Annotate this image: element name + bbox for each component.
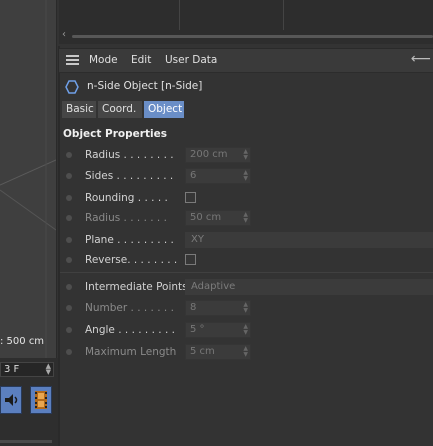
- animation-dot-icon[interactable]: [66, 195, 72, 201]
- spin-arrows-icon[interactable]: ▲ ▼: [243, 324, 248, 336]
- max-length-input[interactable]: 5 cm ▲ ▼: [185, 344, 251, 360]
- sides-input[interactable]: 6 ▲ ▼: [185, 168, 251, 184]
- divider: [60, 272, 433, 273]
- animation-dot-icon[interactable]: [66, 327, 72, 333]
- property-label: Radius . . . . . . . .: [85, 149, 174, 161]
- property-row-intermediate-points: Intermediate Points Adaptive: [62, 278, 433, 298]
- property-row-reverse: Reverse. . . . . . . .: [62, 251, 433, 271]
- animation-dot-icon[interactable]: [66, 257, 72, 263]
- object-title: n-Side Object [n-Side]: [87, 80, 203, 92]
- property-row-radius: Radius . . . . . . . . 200 cm ▲ ▼: [62, 146, 433, 166]
- radius-value: 200 cm: [190, 149, 228, 160]
- number-input[interactable]: 8 ▲ ▼: [185, 300, 251, 316]
- tab-basic[interactable]: Basic: [62, 101, 96, 118]
- property-label: Plane . . . . . . . . .: [85, 234, 174, 246]
- spin-arrows-icon[interactable]: ▲ ▼: [46, 363, 51, 376]
- attribute-menubar: Mode Edit User Data ⟵: [59, 48, 433, 73]
- spin-arrows-icon[interactable]: ▲ ▼: [243, 346, 248, 358]
- scrollbar-track[interactable]: [72, 35, 433, 38]
- scroll-left-icon[interactable]: ‹: [62, 29, 66, 40]
- film-tool-button[interactable]: [30, 386, 52, 414]
- radius-input[interactable]: 200 cm ▲ ▼: [185, 147, 251, 163]
- menu-user-data[interactable]: User Data: [165, 54, 217, 66]
- panel-divider: [58, 46, 60, 446]
- film-strip-icon: [35, 391, 47, 409]
- section-title: Object Properties: [63, 128, 167, 140]
- angle-input[interactable]: 5 ° ▲ ▼: [185, 322, 251, 338]
- animation-dot-icon[interactable]: [66, 152, 72, 158]
- property-label: Number . . . . . . .: [85, 302, 174, 314]
- sides-value: 6: [190, 170, 197, 181]
- property-row-round-radius: Radius . . . . . . . 50 cm ▲ ▼: [62, 209, 433, 229]
- menu-edit[interactable]: Edit: [131, 54, 151, 66]
- intermediate-points-dropdown[interactable]: Adaptive: [185, 279, 433, 295]
- animation-dot-icon[interactable]: [66, 284, 72, 290]
- animation-dot-icon[interactable]: [66, 349, 72, 355]
- property-row-number: Number . . . . . . . 8 ▲ ▼: [62, 299, 433, 319]
- spin-arrows-icon[interactable]: ▲ ▼: [243, 212, 248, 224]
- menu-mode[interactable]: Mode: [89, 54, 118, 66]
- property-label: Angle . . . . . . . . .: [85, 324, 175, 336]
- animation-dot-icon[interactable]: [66, 305, 72, 311]
- plane-dropdown[interactable]: XY: [185, 232, 433, 248]
- viewport-scale-label: : 500 cm: [0, 336, 45, 347]
- property-label: Intermediate Points: [85, 281, 188, 293]
- property-label: Reverse. . . . . . . .: [85, 254, 178, 266]
- spin-arrows-icon[interactable]: ▲ ▼: [243, 149, 248, 161]
- property-row-max-length: Maximum Length 5 cm ▲ ▼: [62, 343, 433, 363]
- round-radius-input[interactable]: 50 cm ▲ ▼: [185, 210, 251, 226]
- animation-dot-icon[interactable]: [66, 215, 72, 221]
- viewport-grid: [0, 0, 56, 358]
- speaker-icon: [5, 394, 18, 406]
- hamburger-menu-icon[interactable]: [66, 55, 79, 65]
- spin-arrows-icon[interactable]: ▲ ▼: [243, 302, 248, 314]
- reverse-checkbox[interactable]: [185, 254, 196, 265]
- hexagon-icon: [65, 80, 79, 94]
- object-header: n-Side Object [n-Side]: [64, 79, 424, 95]
- property-row-sides: Sides . . . . . . . . . 6 ▲ ▼: [62, 167, 433, 187]
- frame-value: 3 F: [4, 364, 20, 375]
- property-row-rounding: Rounding . . . . .: [62, 189, 433, 209]
- viewport-panel[interactable]: : 500 cm: [0, 0, 57, 358]
- number-value: 8: [190, 302, 197, 313]
- rounding-checkbox[interactable]: [185, 192, 196, 203]
- property-label: Sides . . . . . . . . .: [85, 170, 174, 182]
- property-label: Radius . . . . . . .: [85, 212, 167, 224]
- property-row-plane: Plane . . . . . . . . . XY: [62, 231, 433, 251]
- angle-value: 5 °: [190, 324, 205, 335]
- max-length-value: 5 cm: [190, 346, 215, 357]
- property-label: Rounding . . . . .: [85, 192, 168, 204]
- divider: [0, 440, 52, 443]
- sound-tool-button[interactable]: [0, 386, 22, 414]
- animation-dot-icon[interactable]: [66, 173, 72, 179]
- property-label: Maximum Length: [85, 346, 177, 358]
- round-radius-value: 50 cm: [190, 212, 222, 223]
- tab-object[interactable]: Object: [144, 101, 184, 118]
- tab-coord[interactable]: Coord.: [98, 101, 142, 118]
- horizontal-scrollbar[interactable]: ‹: [62, 29, 433, 40]
- frame-field[interactable]: 3 F ▲ ▼: [0, 362, 54, 377]
- back-arrow-icon[interactable]: ⟵: [411, 51, 431, 67]
- spin-arrows-icon[interactable]: ▲ ▼: [243, 170, 248, 182]
- property-row-angle: Angle . . . . . . . . . 5 ° ▲ ▼: [62, 321, 433, 341]
- animation-dot-icon[interactable]: [66, 237, 72, 243]
